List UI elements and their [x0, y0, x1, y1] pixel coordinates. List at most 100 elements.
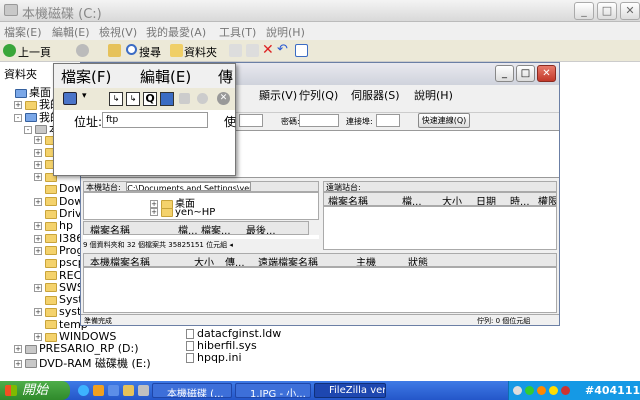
expand-icon[interactable]: + [14, 359, 22, 368]
tree-node[interactable]: + PRESARIO_RP (D:) [14, 342, 139, 355]
minimize-button[interactable]: _ [574, 2, 594, 20]
fz-close-button[interactable]: ✕ [537, 65, 556, 82]
tree-node[interactable]: + hp [34, 219, 73, 232]
undo-icon[interactable]: ↶ [277, 42, 288, 57]
local-col-name[interactable]: 檔案名稱 [90, 222, 130, 234]
tray-icon[interactable] [525, 386, 534, 395]
tree-node[interactable]: pscp [34, 256, 85, 269]
copy-to-icon[interactable] [246, 44, 259, 57]
disconnect-icon[interactable]: ✕ [217, 92, 230, 105]
file-item[interactable]: hpqp.ini [186, 351, 242, 364]
remote-col-size[interactable]: 檔... [402, 193, 422, 205]
expand-icon[interactable]: + [150, 208, 158, 216]
maximize-button[interactable]: □ [597, 2, 617, 20]
expand-icon[interactable]: + [34, 136, 42, 145]
tree-node-label: WINDOWS [59, 330, 117, 343]
remote-col-time[interactable]: 時... [510, 193, 530, 205]
expand-icon[interactable]: + [34, 308, 42, 317]
dropdown-arrow-icon[interactable]: ▾ [82, 91, 87, 101]
delete-icon[interactable]: ✕ [262, 42, 274, 58]
queue-col-remote[interactable]: 遠端檔案名稱 [258, 254, 318, 266]
folders-icon[interactable] [170, 44, 183, 57]
fz-minimize-button[interactable]: _ [495, 65, 514, 82]
expand-icon[interactable]: + [34, 222, 42, 231]
up-folder-icon[interactable] [108, 44, 121, 57]
expand-icon[interactable]: + [34, 173, 42, 182]
back-icon[interactable] [3, 44, 16, 57]
address-input[interactable]: ftp [102, 112, 208, 128]
expand-icon[interactable]: + [34, 246, 42, 255]
expand-icon[interactable]: - [14, 113, 22, 122]
remote-col-perm[interactable]: 權限 [538, 193, 556, 205]
local-col-date[interactable]: 最後... [246, 222, 276, 234]
tree-item-user[interactable]: + yen~HP [150, 207, 215, 218]
folders-pane-label: 資料夾 [4, 68, 37, 81]
quicklaunch-desktop-icon[interactable] [108, 385, 119, 396]
tray-icon[interactable] [561, 386, 570, 395]
toggle-log-icon[interactable]: ↳ [109, 92, 123, 106]
menu-help[interactable]: 說明(H) [266, 24, 305, 40]
expand-icon[interactable]: - [24, 125, 32, 134]
toggle-tree-icon[interactable]: ↳ [126, 92, 140, 106]
fz-maximize-button[interactable]: □ [516, 65, 535, 82]
port-field[interactable] [376, 114, 400, 127]
menu-file[interactable]: 檔案(E) [4, 24, 42, 40]
expand-icon[interactable]: + [34, 283, 42, 292]
tray-icon[interactable] [537, 386, 546, 395]
task-filezilla[interactable]: FileZilla vers... [314, 383, 386, 398]
forward-icon[interactable] [76, 44, 89, 57]
site-manager-icon[interactable] [63, 92, 77, 105]
views-icon[interactable] [295, 44, 308, 57]
cancel-icon[interactable] [197, 93, 208, 104]
folders-button[interactable]: 資料夾 [184, 44, 217, 60]
remote-col-name[interactable]: 檔案名稱 [328, 193, 368, 205]
expand-icon[interactable]: + [34, 234, 42, 243]
folder-icon [45, 221, 57, 231]
popup-menu-file[interactable]: 檔案(F) [61, 66, 111, 87]
popup-menu-transfer[interactable]: 傳 [218, 66, 233, 87]
queue-col-transfer[interactable]: 傳... [225, 254, 245, 266]
search-button[interactable]: 搜尋 [139, 44, 161, 60]
expand-icon[interactable]: + [34, 197, 42, 206]
menu-edit[interactable]: 編輯(E) [52, 24, 90, 40]
expand-icon[interactable]: + [34, 148, 42, 157]
tray-icon[interactable] [513, 386, 522, 395]
toggle-queue-icon[interactable]: Q [143, 92, 157, 106]
password-field[interactable] [299, 114, 339, 127]
queue-col-local[interactable]: 本機檔案名稱 [90, 254, 150, 266]
local-site-path[interactable]: C:\Documents and Settings\yen-HP\桌面\ [126, 182, 252, 191]
task-paint[interactable]: 1.JPG - 小... [235, 383, 311, 398]
queue-col-host[interactable]: 主機 [356, 254, 376, 266]
quicklaunch-app2-icon[interactable] [138, 385, 149, 396]
tray-icon[interactable] [549, 386, 558, 395]
queue-col-status[interactable]: 狀態 [408, 254, 428, 266]
host-field[interactable] [239, 114, 263, 127]
queue-col-size[interactable]: 大小 [194, 254, 214, 266]
tree-node[interactable]: + I386 [34, 232, 83, 245]
quicklaunch-ie-icon[interactable] [78, 385, 89, 396]
quicklaunch-app-icon[interactable] [123, 385, 134, 396]
refresh-icon[interactable] [160, 92, 174, 106]
menu-view[interactable]: 檢視(V) [99, 24, 137, 40]
quickconnect-button[interactable]: 快速連線(Q) [418, 113, 470, 128]
task-explorer[interactable]: 本機磁碟 (... [152, 383, 232, 398]
back-button[interactable]: 上一頁 [18, 44, 51, 60]
move-to-icon[interactable] [229, 44, 242, 57]
local-col-type[interactable]: 檔案... [201, 222, 231, 234]
menu-favorites[interactable]: 我的最愛(A) [146, 24, 206, 40]
remote-col-date[interactable]: 日期 [476, 193, 496, 205]
quicklaunch-media-icon[interactable] [93, 385, 104, 396]
popup-menu-edit[interactable]: 編輯(E) [140, 66, 191, 87]
expand-icon[interactable]: + [14, 345, 22, 354]
menu-tools[interactable]: 工具(T) [219, 24, 256, 40]
expand-icon[interactable]: + [34, 160, 42, 169]
close-button[interactable]: ✕ [620, 2, 640, 20]
search-icon[interactable] [126, 44, 137, 55]
local-col-size[interactable]: 檔... [178, 222, 198, 234]
expand-icon[interactable]: + [34, 333, 42, 341]
start-button[interactable]: 開始 [0, 381, 70, 400]
tree-node[interactable]: + WINDOWS [34, 330, 116, 343]
tree-node[interactable]: + DVD-RAM 磁碟機 (E:) [14, 355, 151, 371]
process-queue-icon[interactable] [179, 93, 190, 104]
remote-col-type[interactable]: 大小 [442, 193, 462, 205]
